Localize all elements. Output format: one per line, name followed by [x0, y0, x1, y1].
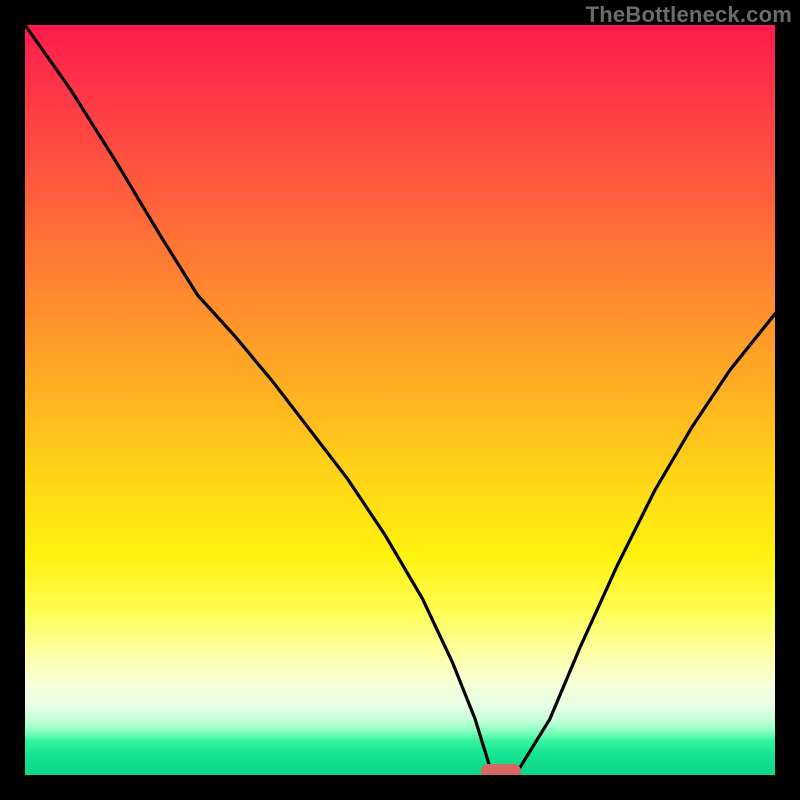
- bottleneck-curve-path: [25, 25, 775, 768]
- chart-frame: TheBottleneck.com: [0, 0, 800, 800]
- bottleneck-curve: [25, 25, 775, 775]
- optimal-marker: [481, 764, 521, 775]
- plot-area: [25, 25, 775, 775]
